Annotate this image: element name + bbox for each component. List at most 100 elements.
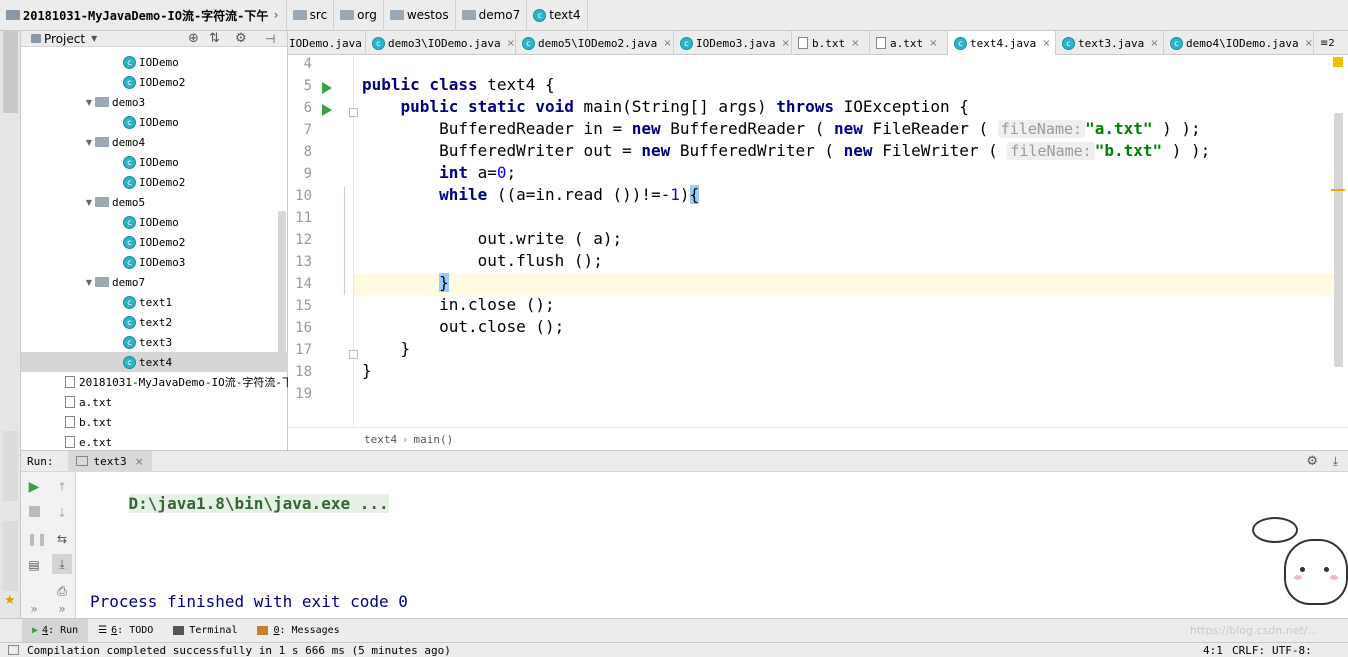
favorites-tool-button[interactable]: [3, 521, 18, 591]
tab-text3[interactable]: c text3.java ×: [1056, 31, 1164, 55]
chevron-down-icon[interactable]: ▼: [83, 138, 95, 147]
close-icon[interactable]: ×: [929, 38, 937, 49]
code-editor[interactable]: 4 5 6 7 8 9 10 11 12 13 14 15 16 17 18 19 public class …: [288, 55, 1348, 450]
close-icon[interactable]: ×: [1150, 38, 1158, 49]
tab-iodemo3[interactable]: c IODemo3.java ×: [674, 31, 792, 55]
tab-demo4-iodemo[interactable]: c demo4\IODemo.java ×: [1164, 31, 1314, 55]
scope-indicator: [344, 187, 345, 295]
chevron-down-icon[interactable]: ▼: [83, 198, 95, 207]
print-icon[interactable]: ⎙: [55, 584, 69, 598]
tree-folder[interactable]: ▼ demo5: [21, 192, 288, 212]
messages-tool-tab[interactable]: 0: Messages: [247, 619, 349, 643]
tree-file-item[interactable]: a.txt: [21, 392, 288, 412]
tree-class-item[interactable]: c text3: [21, 332, 288, 352]
close-icon[interactable]: ×: [1042, 38, 1050, 49]
scroll-to-end-icon[interactable]: ⤓: [52, 554, 72, 574]
tree-class-item[interactable]: c IODemo3: [21, 252, 288, 272]
run-class-gutter-icon[interactable]: [322, 82, 332, 94]
line-separator[interactable]: CRLF:: [1232, 644, 1265, 657]
project-scrollbar[interactable]: [278, 211, 286, 371]
project-title[interactable]: Project: [44, 32, 85, 46]
tree-class-item[interactable]: c IODemo: [21, 52, 288, 72]
more-icon[interactable]: »: [27, 602, 41, 616]
layout-icon[interactable]: ▤: [27, 558, 41, 572]
gear-icon[interactable]: ⚙: [235, 31, 247, 46]
tree-class-item[interactable]: c IODemo: [21, 212, 288, 232]
code-line: in.close ();: [362, 295, 555, 314]
breadcrumb-org[interactable]: org: [334, 0, 384, 31]
hide-icon[interactable]: ⊣: [265, 32, 275, 46]
code-line: }: [362, 361, 372, 380]
chevron-down-icon[interactable]: ▼: [91, 34, 97, 43]
editor-crumb-class[interactable]: text4: [364, 433, 397, 446]
chevron-down-icon[interactable]: ▼: [83, 278, 95, 287]
collapse-icon[interactable]: ⇅: [209, 31, 220, 46]
up-arrow-icon[interactable]: ↑: [55, 480, 69, 494]
caret-position[interactable]: 4:1: [1203, 644, 1223, 657]
down-arrow-icon[interactable]: ↓: [55, 506, 69, 520]
close-icon[interactable]: ×: [781, 38, 789, 49]
tab-b-txt[interactable]: b.txt ×: [792, 31, 870, 55]
chevron-down-icon[interactable]: ▼: [83, 98, 95, 107]
editor-crumb-method[interactable]: main(): [414, 433, 454, 446]
close-icon[interactable]: ×: [1305, 38, 1313, 49]
tree-folder[interactable]: ▼ demo4: [21, 132, 288, 152]
breadcrumb-src[interactable]: src: [287, 0, 335, 31]
tab-demo5-iodemo2[interactable]: c demo5\IODemo2.java ×: [516, 31, 674, 55]
tree-folder[interactable]: ▼ demo3: [21, 92, 288, 112]
tree-class-item[interactable]: c text1: [21, 292, 288, 312]
rerun-icon[interactable]: ▶: [27, 480, 41, 494]
soft-wrap-icon[interactable]: ⇆: [55, 532, 69, 546]
breadcrumb-westos[interactable]: westos: [384, 0, 456, 31]
gear-icon[interactable]: ⚙: [1306, 454, 1318, 469]
fold-icon[interactable]: [349, 350, 358, 359]
tree-class-item[interactable]: c IODemo: [21, 152, 288, 172]
inspection-status-icon[interactable]: [1333, 57, 1343, 67]
tree-class-item[interactable]: c IODemo2: [21, 232, 288, 252]
run-tab-text3[interactable]: text3 ×: [67, 450, 152, 472]
run-main-gutter-icon[interactable]: [322, 104, 332, 116]
tree-file-item[interactable]: b.txt: [21, 412, 288, 432]
tree-class-item[interactable]: c IODemo2: [21, 72, 288, 92]
close-icon[interactable]: ×: [135, 455, 144, 468]
tab-demo3-iodemo[interactable]: c demo3\IODemo.java ×: [366, 31, 516, 55]
tree-class-item[interactable]: c text2: [21, 312, 288, 332]
run-tool-tab[interactable]: ▶ 4: Run: [22, 618, 89, 643]
file-encoding[interactable]: UTF-8:: [1272, 644, 1312, 657]
more-icon[interactable]: »: [55, 602, 69, 616]
line-number: 11: [295, 210, 312, 226]
close-icon[interactable]: ×: [663, 38, 671, 49]
fold-icon[interactable]: [349, 108, 358, 117]
tree-class-item[interactable]: c IODemo: [21, 112, 288, 132]
tree-item-label: text4: [139, 355, 173, 369]
structure-tool-button[interactable]: [3, 431, 18, 501]
tab-text4[interactable]: c text4.java ×: [948, 31, 1056, 55]
tree-class-item[interactable]: c IODemo2: [21, 172, 288, 192]
status-message[interactable]: Compilation completed successfully in 1 …: [27, 644, 451, 657]
tab-overflow-button[interactable]: ≡2: [1314, 31, 1348, 55]
close-icon[interactable]: ×: [507, 38, 515, 49]
line-number: 17: [295, 342, 312, 358]
breadcrumb-label: org: [357, 8, 377, 22]
terminal-tool-tab[interactable]: Terminal: [163, 619, 247, 643]
close-icon[interactable]: ×: [851, 38, 859, 49]
tree-file-item[interactable]: 20181031-MyJavaDemo-IO流-字符流-下午: [21, 372, 304, 392]
breadcrumb-project[interactable]: 20181031-MyJavaDemo-IO流-字符流-下午 ›: [0, 0, 287, 31]
pause-icon[interactable]: ❚❚: [27, 532, 47, 546]
todo-tool-tab[interactable]: ☰ 6: TODO: [88, 619, 163, 643]
locate-icon[interactable]: ⊕: [188, 31, 199, 46]
run-config-icon: [75, 456, 88, 466]
tree-class-item[interactable]: c text4: [21, 352, 288, 372]
tab-a-txt[interactable]: a.txt ×: [870, 31, 948, 55]
hide-icon[interactable]: ⤓: [1333, 454, 1338, 469]
status-icon[interactable]: [8, 645, 19, 655]
breadcrumb-demo7[interactable]: demo7: [456, 0, 528, 31]
stop-icon[interactable]: [27, 506, 41, 520]
tab-iodemo[interactable]: IODemo.java: [288, 31, 366, 55]
project-tool-button[interactable]: [3, 31, 18, 113]
tree-folder[interactable]: ▼ demo7: [21, 272, 288, 292]
breadcrumb-text4[interactable]: c text4: [527, 0, 588, 31]
code-line: BufferedReader in = new BufferedReader (…: [362, 119, 1201, 138]
editor-scrollbar[interactable]: [1334, 113, 1343, 367]
tree-file-item[interactable]: e.txt: [21, 432, 288, 452]
